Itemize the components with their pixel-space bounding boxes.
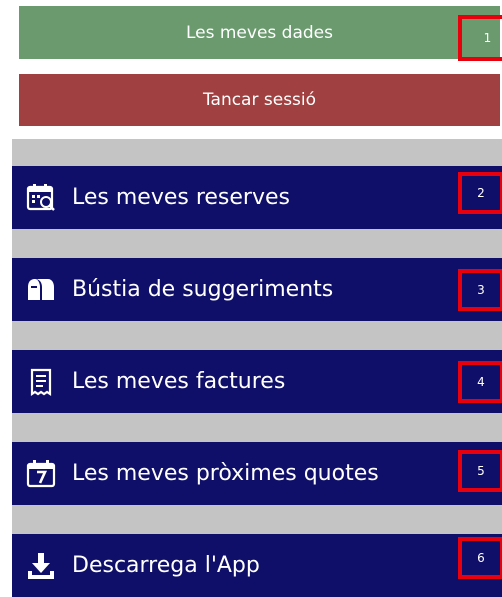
marker-5-label: 5 xyxy=(477,464,485,478)
marker-2: 2 xyxy=(458,172,502,214)
menu-item-label: Bústia de suggeriments xyxy=(72,277,334,302)
mailbox-icon xyxy=(26,275,56,305)
marker-6: 6 xyxy=(458,537,502,579)
menu-item-invoices[interactable]: Les meves factures 4 xyxy=(12,350,502,413)
my-data-button[interactable]: Les meves dades 1 xyxy=(19,6,502,61)
logout-label: Tancar sessió xyxy=(202,90,317,110)
marker-5: 5 xyxy=(458,450,502,492)
menu-item-label: Descarrega l'App xyxy=(72,553,260,578)
marker-1: 1 xyxy=(458,15,502,61)
marker-2-label: 2 xyxy=(477,186,485,200)
receipt-icon xyxy=(26,367,56,397)
marker-4: 4 xyxy=(458,361,502,403)
menu-item-label: Les meves pròximes quotes xyxy=(72,461,379,486)
marker-6-label: 6 xyxy=(477,551,485,565)
menu-item-label: Les meves factures xyxy=(72,369,286,394)
menu-item-label: Les meves reserves xyxy=(72,185,290,210)
marker-1-label: 1 xyxy=(483,31,492,45)
marker-4-label: 4 xyxy=(477,375,485,389)
download-icon xyxy=(26,551,56,581)
menu-item-suggestions[interactable]: Bústia de suggeriments 3 xyxy=(12,258,502,321)
calendar-search-icon xyxy=(26,183,56,213)
menu-item-download-app[interactable]: Descarrega l'App 6 xyxy=(12,534,502,597)
my-data-label: Les meves dades xyxy=(185,22,333,43)
menu-item-upcoming-fees[interactable]: Les meves pròximes quotes 5 xyxy=(12,442,502,505)
marker-3: 3 xyxy=(458,269,502,311)
logout-button[interactable]: Tancar sessió xyxy=(19,74,500,126)
marker-3-label: 3 xyxy=(477,283,485,297)
calendar-7-icon xyxy=(26,459,56,489)
menu-item-reservations[interactable]: Les meves reserves 2 xyxy=(12,166,502,229)
